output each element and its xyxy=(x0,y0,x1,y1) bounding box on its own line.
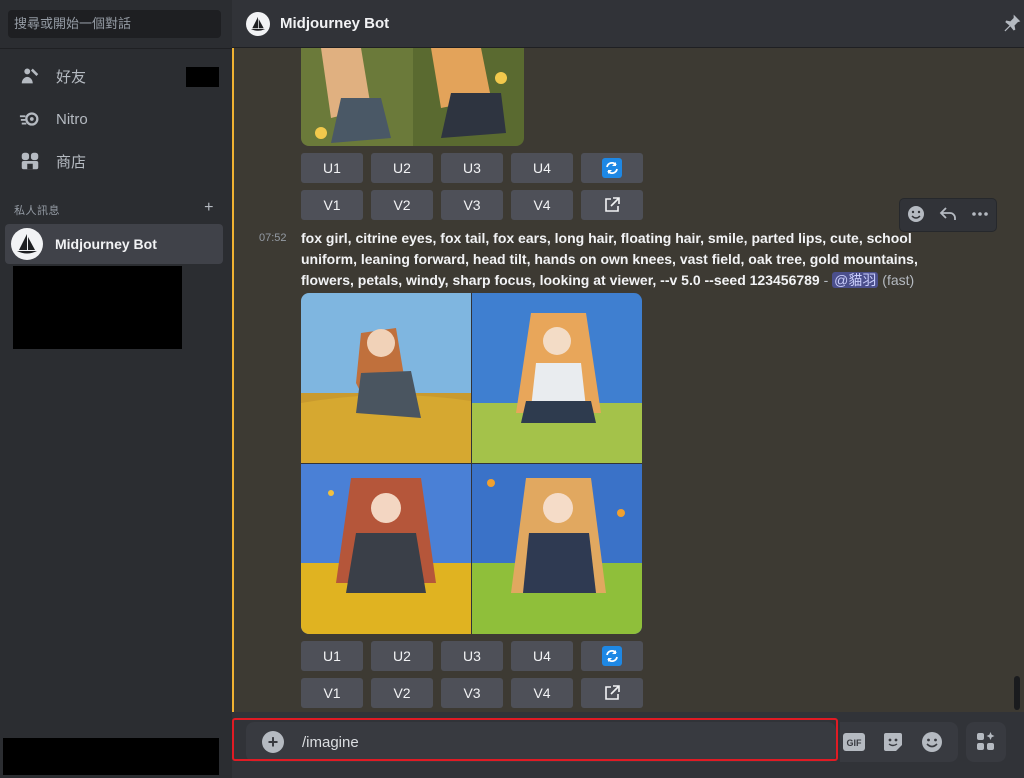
shop-icon xyxy=(18,149,42,173)
variation-4-button[interactable]: V4 xyxy=(511,190,573,220)
mode-label: (fast) xyxy=(882,272,915,288)
variation-2-button[interactable]: V2 xyxy=(371,190,433,220)
variation-2-button[interactable]: V2 xyxy=(371,678,433,708)
dm-item-label: Midjourney Bot xyxy=(55,236,157,252)
gif-icon[interactable]: GIF xyxy=(843,731,865,753)
channel-header: Midjourney Bot xyxy=(232,0,1024,48)
variation-1-button[interactable]: V1 xyxy=(301,190,363,220)
sidebar-item-label: Nitro xyxy=(56,110,88,128)
dm-item-midjourney-bot[interactable]: Midjourney Bot xyxy=(5,224,223,264)
upscale-4-button[interactable]: U4 xyxy=(511,153,573,183)
upscale-2-button[interactable]: U2 xyxy=(371,641,433,671)
upscale-4-button[interactable]: U4 xyxy=(511,641,573,671)
gif-label: GIF xyxy=(847,738,863,748)
open-external-button[interactable] xyxy=(581,678,643,708)
variation-3-button[interactable]: V3 xyxy=(441,190,503,220)
sidebar: 搜尋或開始一個對話 好友 Nitro 商店 私人訊息 + Midjourney … xyxy=(0,0,232,778)
sticker-icon[interactable] xyxy=(882,731,904,753)
sailboat-icon xyxy=(250,16,266,31)
search-input[interactable]: 搜尋或開始一個對話 xyxy=(8,10,221,38)
message-composer[interactable]: + xyxy=(246,722,836,762)
avatar xyxy=(246,11,270,36)
nitro-icon xyxy=(18,107,42,131)
generated-image-grid[interactable] xyxy=(301,293,642,634)
upscale-1-button[interactable]: U1 xyxy=(301,153,363,183)
redacted-area xyxy=(13,266,182,349)
redacted-badge xyxy=(186,67,219,87)
variation-1-button[interactable]: V1 xyxy=(301,678,363,708)
variation-3-button[interactable]: V3 xyxy=(441,678,503,708)
dm-header-label: 私人訊息 xyxy=(14,205,60,217)
separator: - xyxy=(819,272,833,288)
page-title: Midjourney Bot xyxy=(280,15,390,32)
sidebar-item-friends[interactable]: 好友 xyxy=(8,56,222,96)
dm-section-header: 私人訊息 + xyxy=(14,200,214,218)
pin-icon[interactable] xyxy=(1002,12,1022,37)
more-options-icon[interactable] xyxy=(970,204,990,227)
chat-area: U1 U2 U3 U4 V1 V2 V3 V4 07:52 fox girl, … xyxy=(232,48,1024,712)
sidebar-item-label: 好友 xyxy=(56,68,87,86)
reroll-button[interactable] xyxy=(581,641,643,671)
apps-icon xyxy=(977,732,995,750)
reroll-button[interactable] xyxy=(581,153,643,183)
upscale-2-button[interactable]: U2 xyxy=(371,153,433,183)
attach-button[interactable]: + xyxy=(262,731,284,753)
upscale-3-button[interactable]: U3 xyxy=(441,153,503,183)
sailboat-icon xyxy=(17,234,37,254)
refresh-icon xyxy=(602,646,622,666)
redacted-user-panel xyxy=(3,738,219,775)
sidebar-item-nitro[interactable]: Nitro xyxy=(8,99,222,139)
apps-button[interactable] xyxy=(966,722,1006,762)
friends-icon xyxy=(18,64,42,88)
message-actions xyxy=(900,199,996,231)
external-link-icon xyxy=(605,197,620,212)
reply-icon[interactable] xyxy=(938,204,958,227)
variation-4-button[interactable]: V4 xyxy=(511,678,573,708)
external-link-icon xyxy=(605,685,620,700)
scrollbar[interactable] xyxy=(1014,676,1020,710)
add-dm-button[interactable]: + xyxy=(204,200,214,216)
message-input[interactable] xyxy=(300,732,804,752)
previous-image-grid[interactable] xyxy=(301,48,524,146)
upscale-1-button[interactable]: U1 xyxy=(301,641,363,671)
emoji-icon[interactable] xyxy=(921,731,943,753)
user-mention[interactable]: @貓羽 xyxy=(832,272,879,288)
divider xyxy=(0,48,232,49)
sidebar-item-label: 商店 xyxy=(56,153,87,171)
message-timestamp: 07:52 xyxy=(259,232,287,244)
upscale-3-button[interactable]: U3 xyxy=(441,641,503,671)
avatar xyxy=(11,228,43,260)
refresh-icon xyxy=(602,158,622,178)
message-content: fox girl, citrine eyes, fox tail, fox ea… xyxy=(301,228,961,291)
open-external-button[interactable] xyxy=(581,190,643,220)
sidebar-item-shop[interactable]: 商店 xyxy=(8,141,222,181)
highlight-bar xyxy=(232,48,234,712)
add-reaction-icon[interactable] xyxy=(906,204,926,227)
